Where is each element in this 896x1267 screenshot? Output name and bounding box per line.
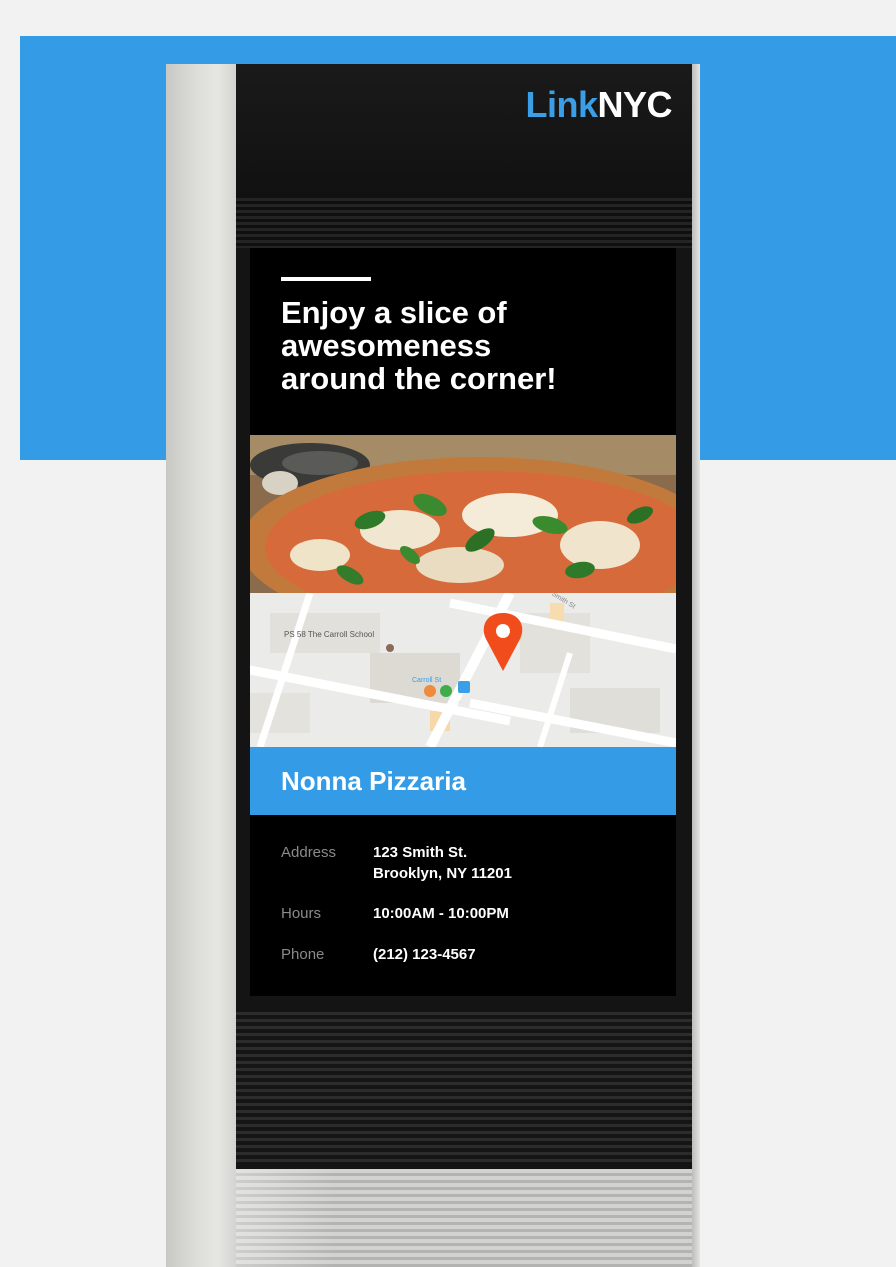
pizza-image [250,435,676,593]
brand-logo: LinkNYC [525,84,672,126]
map-label-school: PS 58 The Carroll School [284,630,375,639]
phone-row: Phone (212) 123-4567 [281,944,661,965]
address-line-2: Brooklyn, NY 11201 [373,865,512,882]
venue-name: Nonna Pizzaria [281,766,466,796]
speaker-grille-bottom [236,1012,692,1162]
brand-logo-link: Link [525,84,598,125]
headline-line-3: around the corner! [281,361,557,396]
phone-value: (212) 123-4567 [373,946,476,963]
location-map: PS 58 The Carroll School Carroll St Smit… [250,593,676,747]
kiosk-side-panel [166,64,240,1267]
headline-line-2: awesomeness [281,328,492,363]
headline-rule [281,277,371,281]
venue-details: Address 123 Smith St. Brooklyn, NY 11201… [281,842,661,985]
ad-headline: Enjoy a slice of awesomeness around the … [281,296,661,395]
kiosk-front-panel: LinkNYC Enjoy a slice of awesomeness aro… [236,64,692,1169]
map-image [250,593,676,747]
venue-name-bar: Nonna Pizzaria [250,747,676,815]
linknyc-kiosk: LinkNYC Enjoy a slice of awesomeness aro… [166,64,704,1267]
address-value: 123 Smith St. Brooklyn, NY 11201 [373,842,512,884]
kiosk-base-shade [236,1169,336,1267]
map-label-station: Carroll St [412,677,442,684]
phone-label: Phone [281,946,325,963]
address-row: Address 123 Smith St. Brooklyn, NY 11201 [281,842,661,884]
brand-logo-nyc: NYC [597,84,672,125]
kiosk-edge [692,64,700,1267]
headline-line-1: Enjoy a slice of [281,295,507,330]
ad-screen: Enjoy a slice of awesomeness around the … [250,248,676,996]
hours-label: Hours [281,905,322,922]
hours-value: 10:00AM - 10:00PM [373,905,509,922]
kiosk-base [236,1169,692,1267]
kiosk-header: LinkNYC [236,64,692,198]
speaker-grille-top [236,198,692,248]
address-line-1: 123 Smith St. [373,844,468,861]
hours-row: Hours 10:00AM - 10:00PM [281,903,661,924]
pizza-photo [250,435,676,593]
address-label: Address [281,844,337,861]
